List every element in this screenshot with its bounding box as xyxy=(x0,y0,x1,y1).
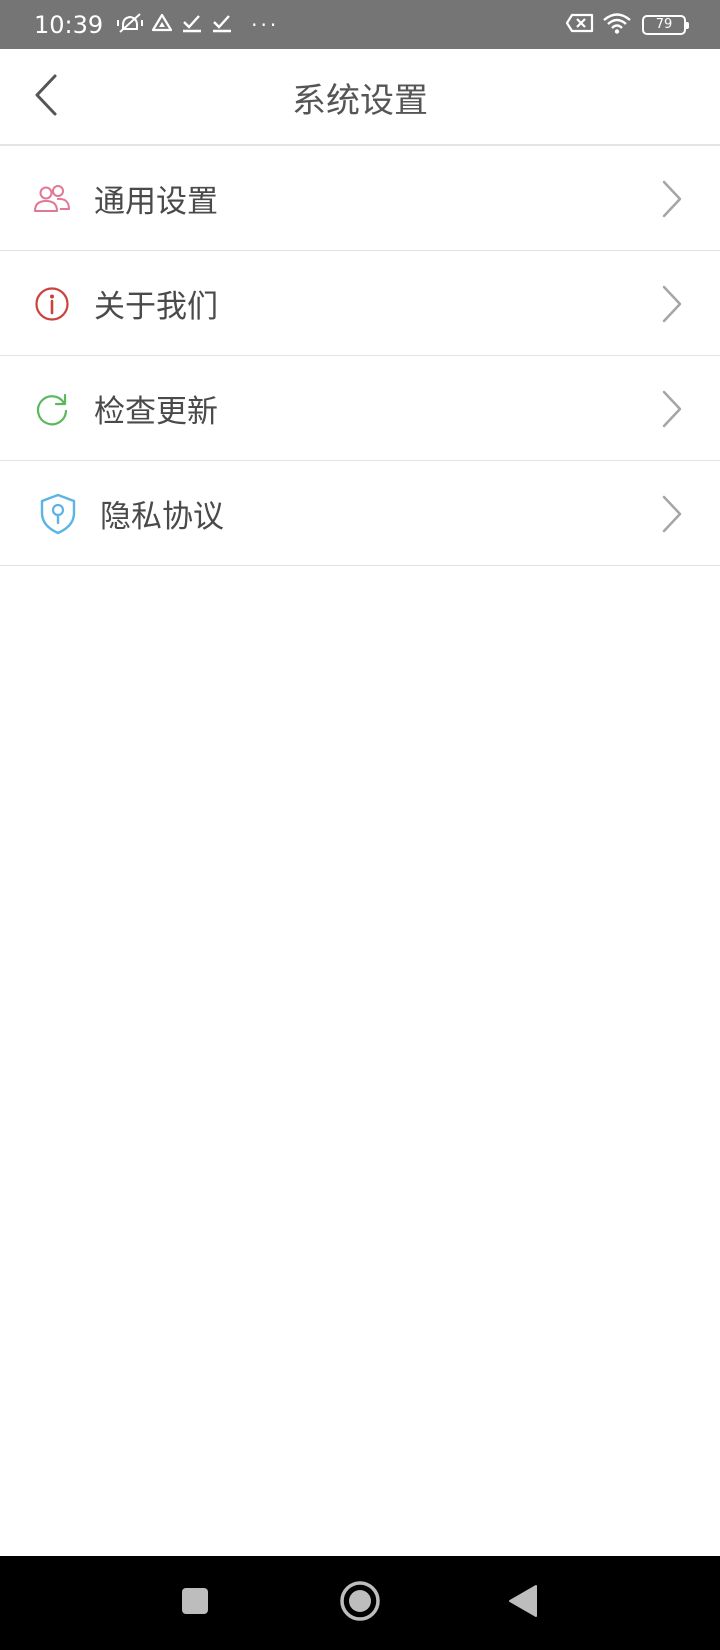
menu-item-general-settings[interactable]: 通用设置 xyxy=(0,146,720,251)
chevron-right-icon xyxy=(652,494,692,534)
drive-icon xyxy=(151,13,173,37)
check-icon xyxy=(181,13,203,37)
users-icon xyxy=(32,179,72,219)
system-navigation-bar xyxy=(0,1556,720,1650)
status-right: 79 xyxy=(558,12,689,38)
status-time: 10:39 xyxy=(34,10,104,39)
menu-item-check-update[interactable]: 检查更新 xyxy=(0,356,720,461)
status-left: 10:39 ··· xyxy=(34,11,279,39)
info-icon xyxy=(32,284,72,324)
menu-item-label: 通用设置 xyxy=(94,184,218,220)
menu-item-label: 关于我们 xyxy=(94,289,218,325)
settings-menu-list: 通用设置 关于我们 检查更新 隐私协议 xyxy=(0,146,720,566)
refresh-icon xyxy=(32,389,72,429)
menu-item-label: 隐私协议 xyxy=(100,499,224,535)
chevron-right-icon xyxy=(652,389,692,429)
menu-item-privacy-policy[interactable]: 隐私协议 xyxy=(0,461,720,566)
chevron-right-icon xyxy=(652,179,692,219)
recents-button[interactable] xyxy=(170,1578,220,1628)
page-title: 系统设置 xyxy=(292,81,428,121)
status-bar: 10:39 ··· 79 xyxy=(0,0,720,49)
square-icon xyxy=(179,1585,211,1621)
battery-level: 79 xyxy=(655,17,673,32)
menu-item-label: 检查更新 xyxy=(94,394,218,430)
back-nav-button[interactable] xyxy=(498,1578,548,1628)
chevron-right-icon xyxy=(652,284,692,324)
wifi-icon xyxy=(602,12,632,38)
home-button[interactable] xyxy=(335,1578,385,1628)
vibrate-off-icon xyxy=(117,11,144,39)
shield-lock-icon xyxy=(38,493,78,535)
circle-home-icon xyxy=(338,1579,382,1627)
sim-off-icon xyxy=(565,13,594,37)
more-dots-icon: ··· xyxy=(251,12,280,37)
menu-item-about-us[interactable]: 关于我们 xyxy=(0,251,720,356)
battery-icon: 79 xyxy=(642,14,689,35)
check-icon xyxy=(211,13,233,37)
nav-header: 系统设置 xyxy=(0,49,720,146)
triangle-back-icon xyxy=(506,1583,540,1623)
